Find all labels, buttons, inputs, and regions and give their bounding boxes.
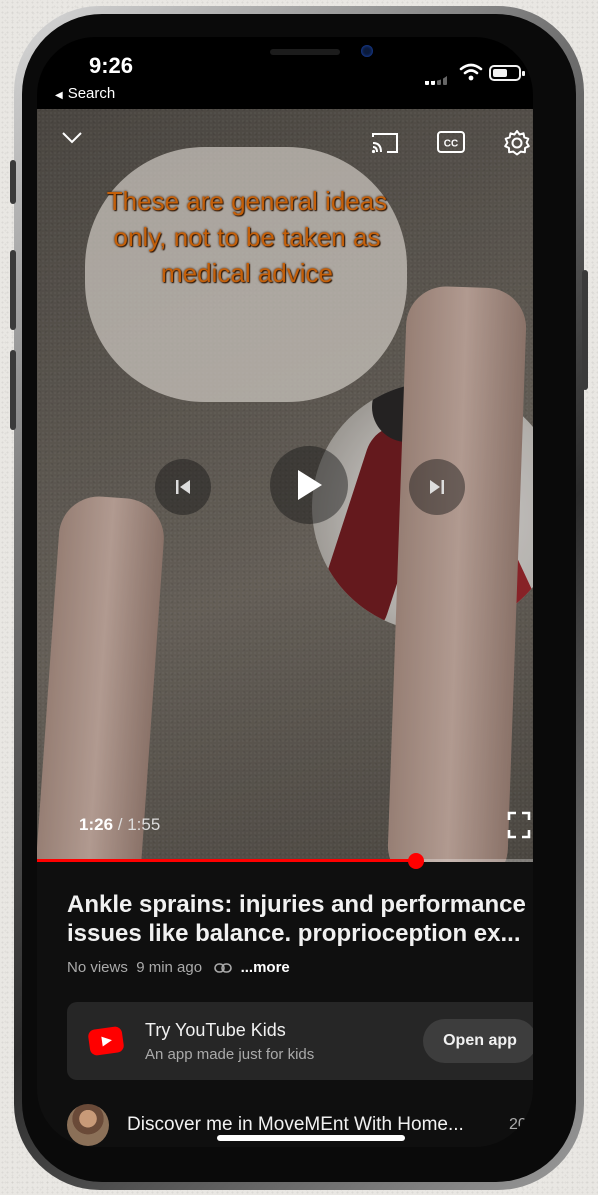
- video-title[interactable]: Ankle sprains: injuries and performance …: [67, 890, 533, 948]
- back-arrow-icon: ◀: [55, 90, 63, 101]
- time-readout: 1:26 / 1:55: [79, 815, 160, 835]
- next-icon[interactable]: [409, 459, 465, 515]
- duration: 1:55: [127, 815, 161, 834]
- volume-up-button: [10, 250, 16, 330]
- view-count: No views: [67, 959, 128, 976]
- progress-fill: [37, 859, 417, 862]
- video-meta[interactable]: No views 9 min ago ...more: [67, 959, 290, 976]
- promo-subtitle: An app made just for kids: [145, 1046, 315, 1063]
- speaker-grille: [270, 49, 340, 55]
- time-separator: /: [113, 815, 128, 834]
- progress-bar[interactable]: [37, 853, 533, 869]
- notch: [165, 37, 455, 81]
- svg-text:CC: CC: [444, 139, 458, 150]
- open-app-button[interactable]: Open app: [423, 1019, 533, 1063]
- silent-switch: [10, 160, 16, 204]
- channel-count: 20: [509, 1116, 527, 1133]
- previous-icon[interactable]: [155, 459, 211, 515]
- front-camera: [361, 45, 373, 57]
- captions-icon[interactable]: CC: [437, 131, 465, 158]
- wifi-icon: [459, 63, 483, 86]
- progress-scrubber[interactable]: [408, 853, 425, 869]
- cast-icon[interactable]: [371, 131, 399, 160]
- youtube-kids-promo[interactable]: Try YouTube Kids An app made just for ki…: [67, 1002, 533, 1080]
- settings-gear-icon[interactable]: [503, 129, 531, 162]
- back-to-search[interactable]: ◀ Search: [55, 85, 115, 102]
- collapse-chevron-icon[interactable]: [61, 131, 83, 150]
- disclaimer-text: These are general ideas only, not to be …: [106, 186, 388, 288]
- power-button: [582, 270, 588, 390]
- screen: 9:26 ◀ Search These are general ideas on…: [37, 37, 533, 1147]
- promo-title: Try YouTube Kids: [145, 1020, 286, 1040]
- more-link[interactable]: ...more: [241, 959, 290, 976]
- channel-name: Discover me in MoveMEnt With Home...: [127, 1114, 464, 1135]
- back-label: Search: [67, 85, 116, 102]
- current-time: 1:26: [79, 815, 114, 834]
- video-player[interactable]: These are general ideas only, not to be …: [37, 107, 533, 862]
- home-indicator[interactable]: [217, 1135, 405, 1141]
- status-time: 9:26: [89, 53, 134, 78]
- fullscreen-icon[interactable]: [507, 811, 531, 844]
- link-icon: [214, 963, 233, 973]
- youtube-kids-logo-icon: [87, 1025, 125, 1057]
- avatar[interactable]: [67, 1104, 109, 1146]
- upload-age: 9 min ago: [136, 959, 203, 976]
- volume-down-button: [10, 350, 16, 430]
- play-icon[interactable]: [270, 446, 348, 524]
- battery-icon: [489, 65, 525, 81]
